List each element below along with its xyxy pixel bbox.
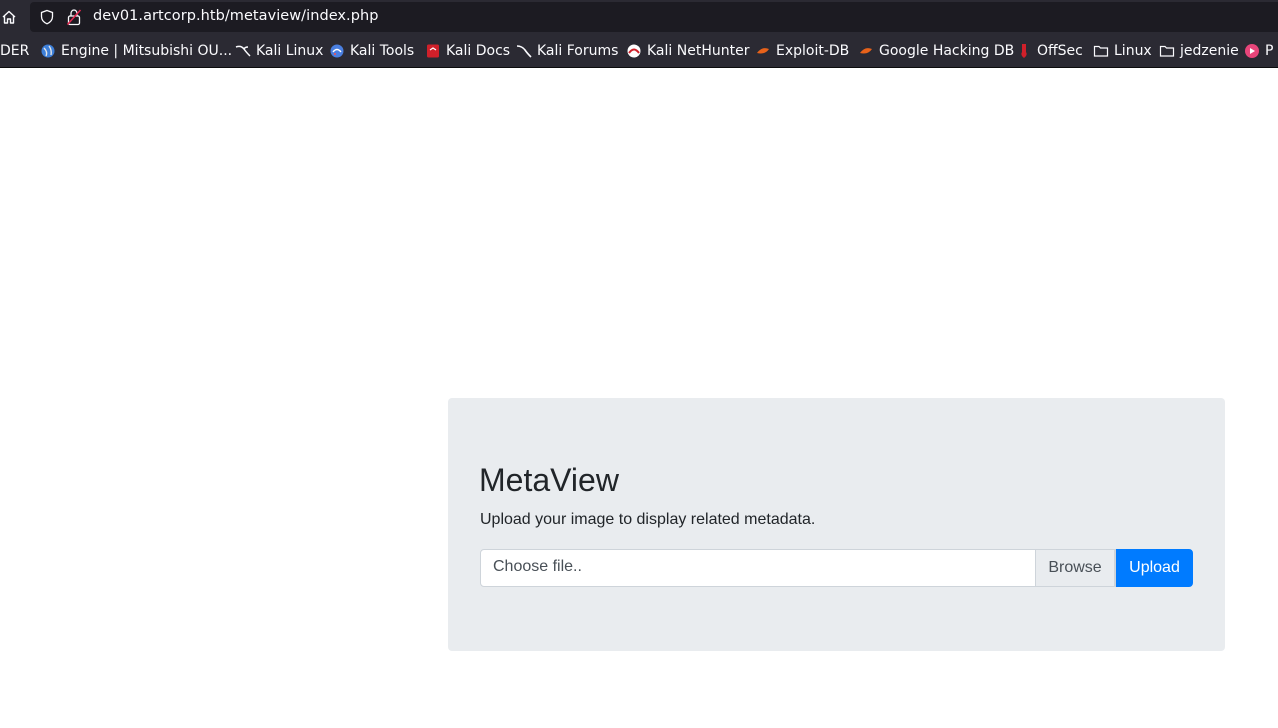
- browse-button[interactable]: Browse: [1035, 549, 1115, 587]
- bookmark-engine-mitsubishi[interactable]: Engine | Mitsubishi OU...: [40, 34, 233, 67]
- bookmark-label: Kali Linux: [256, 43, 324, 59]
- upload-button[interactable]: Upload: [1116, 549, 1193, 587]
- bookmark-kali-nethunter[interactable]: Kali NetHunter: [626, 34, 750, 67]
- url-field[interactable]: dev01.artcorp.htb/metaview/index.php: [30, 2, 1278, 32]
- file-input-placeholder[interactable]: Choose file..: [493, 558, 582, 576]
- file-input[interactable]: Choose file.. Browse: [480, 549, 1116, 587]
- insecure-lock-icon[interactable]: [66, 8, 82, 26]
- tracking-shield-icon[interactable]: [39, 9, 55, 25]
- kali-dragon-icon: [516, 43, 532, 59]
- pocket-icon: [1244, 43, 1260, 59]
- folder-icon: [1159, 43, 1175, 59]
- bookmark-kali-forums[interactable]: Kali Forums: [516, 34, 619, 67]
- bookmark-label: Kali Docs: [446, 43, 511, 59]
- home-icon[interactable]: [0, 7, 18, 27]
- page-title: MetaView: [479, 462, 619, 498]
- bookmark-label: jedzenie: [1180, 43, 1239, 59]
- kali-dragon-icon: [235, 43, 251, 59]
- kali-docs-icon: [425, 43, 441, 59]
- bookmark-label: Kali Tools: [350, 43, 415, 59]
- bookmark-kali-tools[interactable]: Kali Tools: [329, 34, 415, 67]
- upload-jumbotron: MetaView Upload your image to display re…: [448, 398, 1225, 651]
- bookmark-kali-linux[interactable]: Kali Linux: [235, 34, 324, 67]
- bookmark-der[interactable]: DER: [0, 34, 30, 67]
- bookmark-label: OffSec: [1037, 43, 1083, 59]
- globe-icon: [40, 43, 56, 59]
- bookmark-label: DER: [0, 43, 30, 59]
- bookmark-pocket[interactable]: P: [1244, 34, 1274, 67]
- bookmark-label: Engine | Mitsubishi OU...: [61, 43, 233, 59]
- bookmark-label: Exploit-DB: [776, 43, 850, 59]
- bookmark-exploit-db[interactable]: Exploit-DB: [755, 34, 850, 67]
- exploit-db-icon: [755, 43, 771, 59]
- bookmark-folder-jedzenie[interactable]: jedzenie: [1159, 34, 1239, 67]
- bookmark-label: P: [1265, 43, 1274, 59]
- folder-icon: [1093, 43, 1109, 59]
- bookmark-label: Kali Forums: [537, 43, 619, 59]
- bookmark-label: Google Hacking DB: [879, 43, 1015, 59]
- bookmark-offsec[interactable]: OffSec: [1016, 34, 1083, 67]
- bookmarks-toolbar: DER Engine | Mitsubishi OU... Kali Linux…: [0, 34, 1278, 68]
- url-text[interactable]: dev01.artcorp.htb/metaview/index.php: [93, 8, 378, 24]
- ghdb-icon: [858, 43, 874, 59]
- nethunter-icon: [626, 43, 642, 59]
- kali-tools-icon: [329, 43, 345, 59]
- bookmark-google-hacking-db[interactable]: Google Hacking DB: [858, 34, 1015, 67]
- browser-toolbar: dev01.artcorp.htb/metaview/index.php: [0, 0, 1278, 34]
- offsec-icon: [1016, 43, 1032, 59]
- bookmark-label: Linux: [1114, 43, 1152, 59]
- page-lead: Upload your image to display related met…: [480, 511, 816, 528]
- bookmark-label: Kali NetHunter: [647, 43, 750, 59]
- bookmark-kali-docs[interactable]: Kali Docs: [425, 34, 511, 67]
- bookmark-folder-linux[interactable]: Linux: [1093, 34, 1152, 67]
